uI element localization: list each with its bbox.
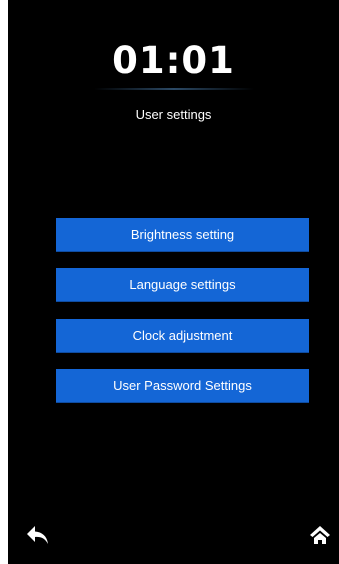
page-title: User settings [135, 107, 212, 122]
back-button[interactable] [24, 522, 52, 548]
home-button[interactable] [306, 522, 334, 548]
header-divider [94, 88, 254, 90]
settings-screen: 01:01 User settings Brightness setting L… [8, 0, 339, 564]
user-password-settings-button[interactable]: User Password Settings [56, 369, 309, 403]
brightness-setting-button[interactable]: Brightness setting [56, 218, 309, 252]
back-arrow-icon [27, 526, 48, 544]
clock-adjustment-button[interactable]: Clock adjustment [56, 319, 309, 353]
home-icon [310, 526, 330, 544]
clock-display: 01:01 [112, 39, 235, 82]
language-settings-button[interactable]: Language settings [56, 268, 309, 302]
